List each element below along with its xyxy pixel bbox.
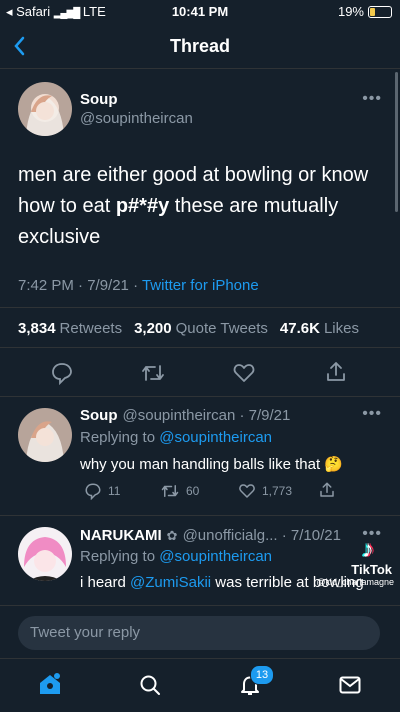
reply-handle-date: @soupintheircan · 7/9/21 (122, 407, 291, 424)
share-button[interactable] (318, 481, 336, 499)
tab-notifications[interactable]: 13 (238, 665, 274, 702)
likes-link[interactable]: Likes (324, 320, 359, 337)
share-icon (327, 362, 345, 381)
compose-bar: Tweet your reply (0, 605, 400, 659)
retweets-link[interactable]: Retweets (60, 320, 123, 337)
replying-to: Replying to @soupintheircan (80, 429, 273, 446)
profile-photo-icon (18, 82, 72, 136)
nav-header: Thread (0, 24, 400, 69)
mention-link[interactable]: @soupintheircan (159, 429, 272, 446)
censored-word: p#*#y (115, 195, 170, 217)
notification-badge: 13 (250, 665, 274, 685)
mail-icon (339, 676, 361, 694)
like-button[interactable] (232, 361, 256, 390)
tab-home[interactable] (37, 671, 63, 702)
profile-photo-icon (18, 408, 72, 462)
retweet-icon (142, 365, 164, 381)
replying-to: Replying to @soupintheircan (80, 548, 273, 565)
tweet-meta: 7:42 PM · 7/9/21 · Twitter for iPhone (18, 277, 259, 294)
heart-icon (233, 364, 255, 382)
tab-messages[interactable] (338, 674, 362, 701)
reply-author-name[interactable]: NARUKAMI (80, 527, 162, 544)
mention-link[interactable]: @soupintheircan (159, 548, 272, 565)
gear-icon: ✿ (166, 527, 178, 543)
like-button[interactable]: 1,773 (238, 482, 292, 500)
more-options-icon[interactable]: ••• (362, 90, 382, 108)
author-name[interactable]: Soup (80, 91, 118, 108)
scrollbar[interactable] (395, 72, 398, 212)
reply-button[interactable]: 11 (84, 482, 120, 500)
tiktok-watermark: ♪ TikTok @kid_charlamagne (296, 536, 400, 588)
more-options-icon[interactable]: ••• (362, 405, 382, 423)
comment-icon (85, 483, 101, 500)
reply-input[interactable]: Tweet your reply (18, 616, 380, 650)
tab-bar: 13 (0, 658, 400, 712)
profile-photo-icon (18, 527, 72, 581)
retweet-icon (161, 485, 179, 497)
search-icon (140, 675, 160, 695)
tab-search[interactable] (138, 673, 162, 702)
comment-icon (52, 363, 72, 386)
tiktok-icon: ♪ (362, 536, 374, 563)
share-icon (320, 482, 334, 497)
avatar[interactable] (18, 82, 72, 136)
retweet-button[interactable] (140, 361, 166, 390)
page-title: Thread (169, 36, 230, 56)
heart-icon (239, 484, 255, 498)
quote-tweets-link[interactable]: Quote Tweets (176, 320, 268, 337)
reply-text: why you man handling balls like that 🤔 (80, 456, 343, 473)
reply-avatar[interactable] (18, 527, 72, 581)
mention-link[interactable]: @ZumiSakii (130, 574, 211, 591)
reply-author-name[interactable]: Soup (80, 407, 118, 424)
tweet-source-link[interactable]: Twitter for iPhone (142, 277, 259, 294)
author-handle[interactable]: @soupintheircan (80, 110, 193, 127)
status-bar: ◂ Safari ▂▄▆█ LTE 10:41 PM 19% (0, 0, 400, 24)
reply-button[interactable] (50, 361, 74, 390)
tweet-text: men are either good at bowling or know h… (18, 164, 369, 248)
reply-header: Soup @soupintheircan · 7/9/21 (80, 407, 290, 424)
reply-avatar[interactable] (18, 408, 72, 462)
tweet-stats: 3,834 Retweets 3,200 Quote Tweets 47.6K Lik… (18, 320, 359, 337)
share-button[interactable] (324, 360, 348, 389)
status-battery: 19% (338, 4, 392, 19)
battery-icon (368, 5, 392, 18)
home-icon (40, 673, 60, 694)
retweet-button[interactable]: 60 (160, 482, 199, 500)
